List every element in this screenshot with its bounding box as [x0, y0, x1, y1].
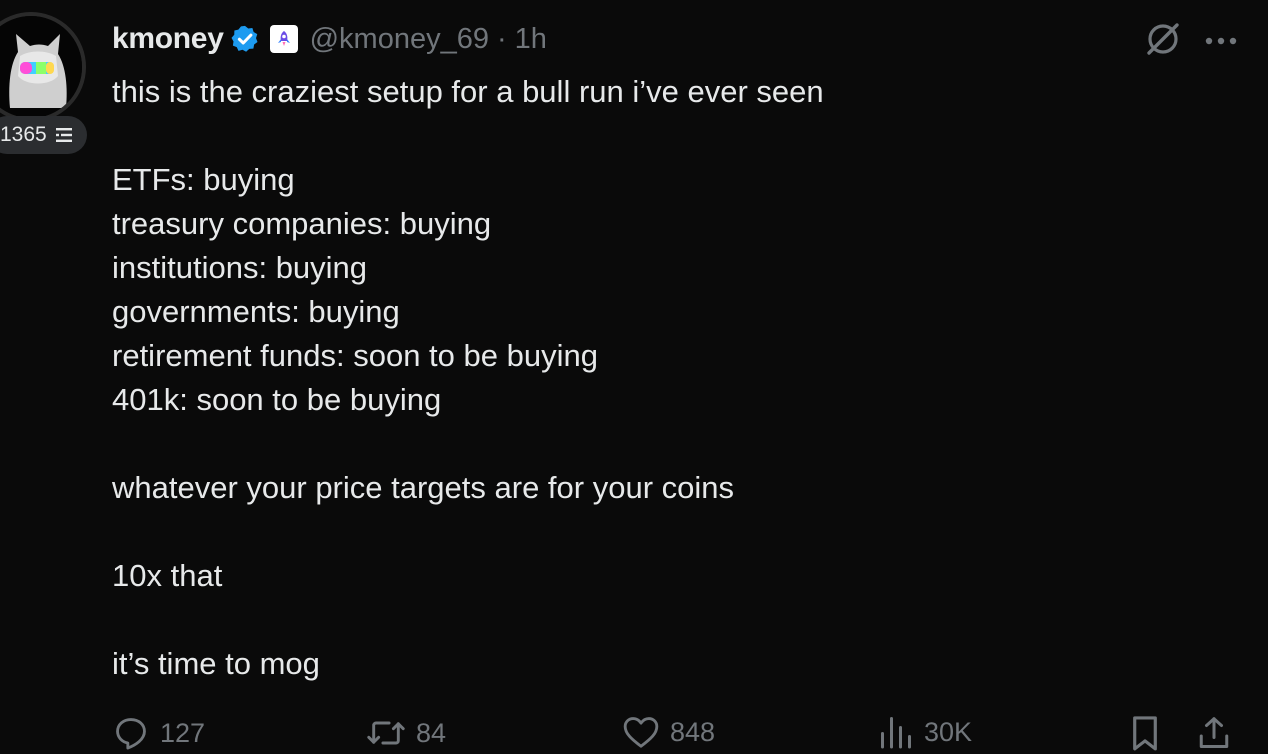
- tweet-line: 401k: soon to be buying: [112, 382, 442, 417]
- tweet-line: 10x that: [112, 558, 223, 593]
- retweet-icon: [367, 721, 405, 745]
- verified-badge-icon: [230, 24, 260, 54]
- bookmark-button[interactable]: [1128, 714, 1162, 752]
- handle[interactable]: @kmoney_69: [310, 23, 489, 56]
- grok-icon[interactable]: [1144, 20, 1182, 63]
- timestamp[interactable]: 1h: [515, 23, 547, 56]
- tweet-line: ETFs: buying: [112, 162, 295, 197]
- score-value: 1365: [0, 123, 47, 146]
- views-icon: [881, 717, 911, 749]
- level-icon: [55, 126, 73, 144]
- tweet-line: whatever your price targets are for your…: [112, 470, 734, 505]
- reply-button[interactable]: 127: [112, 714, 205, 752]
- tweet-line-break: [112, 114, 1212, 158]
- share-icon: [1199, 717, 1229, 748]
- tweet-line: treasury companies: buying: [112, 206, 492, 241]
- score-badge: 1365: [0, 116, 87, 154]
- tweet-line-break: [112, 598, 1212, 642]
- retweet-button[interactable]: 84: [366, 714, 446, 752]
- separator-dot: ·: [496, 22, 507, 55]
- views-button[interactable]: 30K: [878, 714, 972, 750]
- retweet-count: 84: [416, 717, 447, 748]
- avatar[interactable]: [0, 12, 86, 122]
- avatar-image: [0, 16, 82, 118]
- tweet-header: kmoney @kmoney_69 · 1h: [112, 16, 547, 62]
- rocket-affiliate-icon[interactable]: [269, 25, 298, 53]
- views-count: 30K: [924, 716, 973, 747]
- display-name[interactable]: kmoney: [112, 22, 224, 56]
- reply-count: 127: [160, 717, 206, 748]
- like-button[interactable]: 848: [622, 714, 715, 750]
- reply-icon: [116, 718, 146, 750]
- tweet-line: this is the craziest setup for a bull ru…: [112, 74, 824, 109]
- like-icon: [623, 717, 659, 748]
- more-icon[interactable]: [1204, 33, 1238, 51]
- tweet-text: this is the craziest setup for a bull ru…: [112, 70, 1212, 686]
- tweet-line: institutions: buying: [112, 250, 368, 285]
- like-count: 848: [670, 716, 716, 747]
- tweet-line-break: [112, 422, 1212, 466]
- action-bar: 127 84 848 30K: [112, 714, 1242, 754]
- share-button[interactable]: [1196, 714, 1232, 752]
- tweet-line-break: [112, 510, 1212, 554]
- bookmark-icon: [1133, 716, 1157, 751]
- tweet-line: governments: buying: [112, 294, 400, 329]
- tweet-line: retirement funds: soon to be buying: [112, 338, 598, 373]
- tweet-line: it’s time to mog: [112, 646, 320, 681]
- top-right-actions: [1144, 20, 1238, 63]
